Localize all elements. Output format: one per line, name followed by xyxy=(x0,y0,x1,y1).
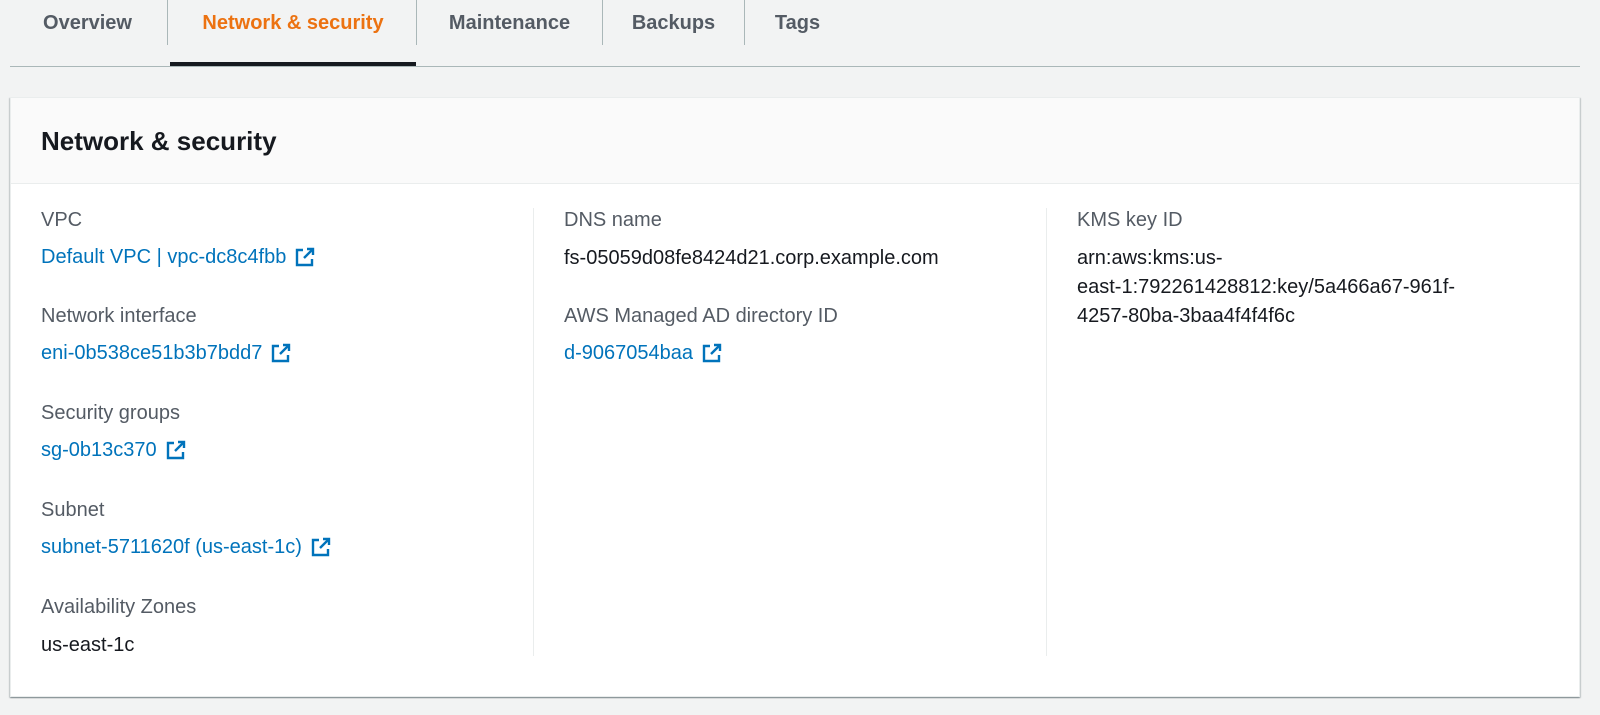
network-interface-link-text[interactable]: eni-0b538ce51b3b7bdd7 xyxy=(41,340,262,366)
external-link-icon[interactable] xyxy=(165,439,187,461)
network-security-panel: Network & security VPC Default VPC | vpc… xyxy=(10,97,1580,697)
subnet-link[interactable]: subnet-5711620f (us-east-1c) xyxy=(41,534,332,560)
dns-name-label: DNS name xyxy=(564,209,662,231)
tab-separator xyxy=(167,0,168,45)
panel-header: Network & security xyxy=(11,98,1579,184)
security-groups-field: Security groups sg-0b13c370 xyxy=(41,401,501,463)
external-link-icon[interactable] xyxy=(294,246,316,268)
tab-tags[interactable]: Tags xyxy=(745,0,850,64)
tab-maintenance[interactable]: Maintenance xyxy=(417,0,602,64)
column-divider xyxy=(533,208,534,656)
external-link-icon[interactable] xyxy=(270,342,292,364)
security-groups-link[interactable]: sg-0b13c370 xyxy=(41,437,187,463)
kms-key-value-line: 4257-80ba-3baa4f4f4f6c xyxy=(1077,305,1295,327)
kms-key-label: KMS key ID xyxy=(1077,209,1183,231)
network-interface-label: Network interface xyxy=(41,305,197,327)
tab-bar: Overview Network & security Maintenance … xyxy=(10,0,1580,67)
kms-key-value: arn:aws:kms:us- east-1:792261428812:key/… xyxy=(1077,244,1537,331)
dns-name-value: fs-05059d08fe8424d21.corp.example.com xyxy=(564,247,939,269)
kms-key-value-line: east-1:792261428812:key/5a466a67-961f- xyxy=(1077,276,1456,298)
security-groups-link-text[interactable]: sg-0b13c370 xyxy=(41,437,157,463)
availability-zones-value: us-east-1c xyxy=(41,634,135,656)
ad-directory-link-text[interactable]: d-9067054baa xyxy=(564,340,693,366)
dns-name-field: DNS name fs-05059d08fe8424d21.corp.examp… xyxy=(564,208,1024,273)
subnet-label: Subnet xyxy=(41,499,105,521)
tab-backups[interactable]: Backups xyxy=(603,0,744,64)
vpc-link-text[interactable]: Default VPC | vpc-dc8c4fbb xyxy=(41,244,286,270)
external-link-icon[interactable] xyxy=(701,342,723,364)
subnet-field: Subnet subnet-5711620f (us-east-1c) xyxy=(41,498,501,560)
availability-zones-field: Availability Zones us-east-1c xyxy=(41,595,501,660)
vpc-label: VPC xyxy=(41,209,83,231)
ad-directory-field: AWS Managed AD directory ID d-9067054baa xyxy=(564,304,1024,366)
ad-directory-label: AWS Managed AD directory ID xyxy=(564,305,838,327)
kms-key-field: KMS key ID arn:aws:kms:us- east-1:792261… xyxy=(1077,208,1537,331)
network-interface-link[interactable]: eni-0b538ce51b3b7bdd7 xyxy=(41,340,292,366)
network-interface-field: Network interface eni-0b538ce51b3b7bdd7 xyxy=(41,304,501,366)
ad-directory-link[interactable]: d-9067054baa xyxy=(564,340,723,366)
panel-title: Network & security xyxy=(41,126,277,156)
tab-network-security[interactable]: Network & security xyxy=(170,0,416,66)
column-divider xyxy=(1046,208,1047,656)
security-groups-label: Security groups xyxy=(41,402,180,424)
kms-key-value-line: arn:aws:kms:us- xyxy=(1077,247,1223,269)
tab-overview[interactable]: Overview xyxy=(10,0,165,64)
availability-zones-label: Availability Zones xyxy=(41,596,197,618)
vpc-link[interactable]: Default VPC | vpc-dc8c4fbb xyxy=(41,244,316,270)
external-link-icon[interactable] xyxy=(310,536,332,558)
subnet-link-text[interactable]: subnet-5711620f (us-east-1c) xyxy=(41,534,302,560)
vpc-field: VPC Default VPC | vpc-dc8c4fbb xyxy=(41,208,501,270)
